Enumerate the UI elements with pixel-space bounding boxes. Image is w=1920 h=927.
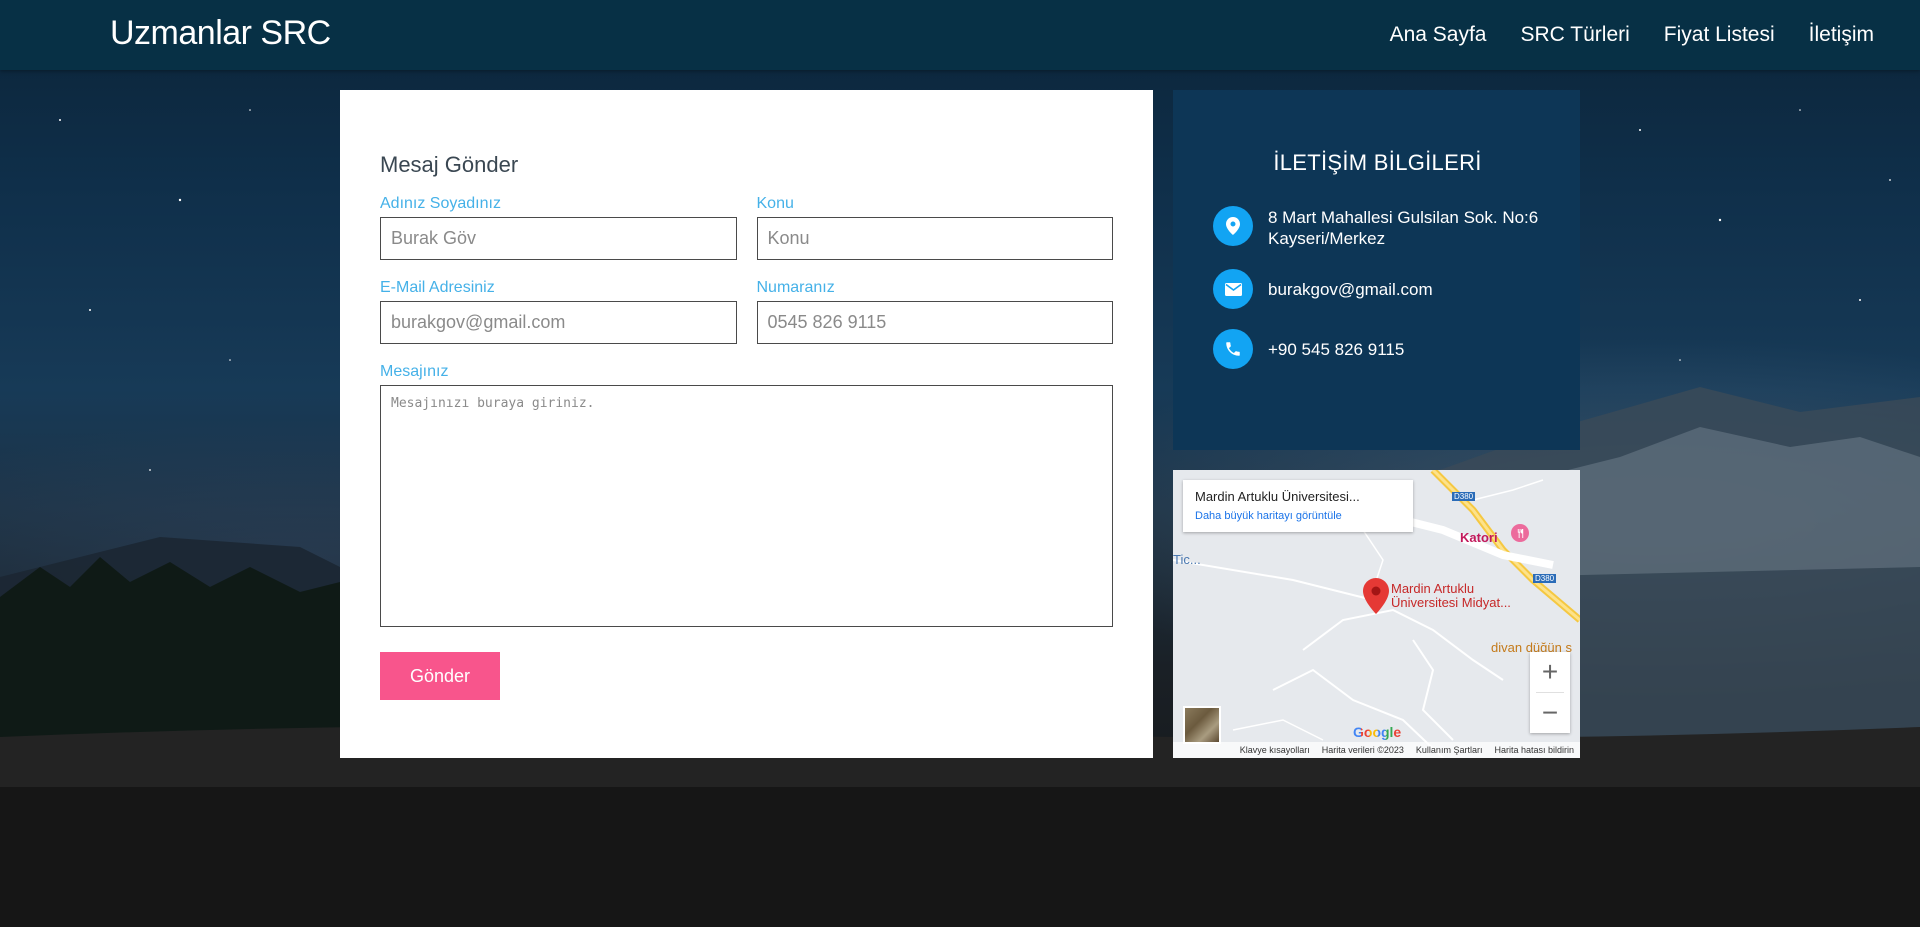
poi-tic[interactable]: Tic...	[1173, 552, 1201, 567]
google-logo-text: Google	[1353, 724, 1402, 740]
bigger-map-link[interactable]: Daha büyük haritayı görüntüle	[1195, 510, 1401, 522]
message-label: Mesajınız	[380, 363, 449, 380]
phone-text[interactable]: +90 545 826 9115	[1268, 329, 1404, 360]
marker-label: Mardin Artuklu Üniversitesi Midyat...	[1391, 582, 1511, 610]
address-text: 8 Mart Mahallesi Gulsilan Sok. No:6 Kays…	[1268, 206, 1538, 249]
mail-icon	[1213, 269, 1253, 309]
name-label: Adınız Soyadınız	[380, 195, 501, 212]
zoom-out-button[interactable]: −	[1530, 693, 1570, 733]
poi-katori[interactable]: Katori	[1460, 530, 1498, 545]
site-logo[interactable]: Uzmanlar SRC	[110, 14, 331, 53]
phone-input[interactable]	[756, 301, 1113, 344]
name-input[interactable]	[380, 217, 737, 260]
email-text[interactable]: burakgov@gmail.com	[1268, 269, 1433, 300]
subject-label: Konu	[756, 195, 794, 212]
restaurant-icon[interactable]	[1511, 524, 1529, 542]
marker-label-line-2: Üniversitesi Midyat...	[1391, 595, 1511, 610]
main-nav: Ana Sayfa SRC Türleri Fiyat Listesi İlet…	[1390, 0, 1874, 70]
address-line-2: Kayseri/Merkez	[1268, 229, 1386, 248]
location-pin-icon	[1213, 206, 1253, 246]
zoom-in-button[interactable]: +	[1530, 652, 1570, 692]
marker-label-line-1: Mardin Artuklu	[1391, 581, 1475, 596]
subject-input[interactable]	[756, 217, 1113, 260]
email-input[interactable]	[380, 301, 737, 344]
zoom-controls: + −	[1530, 652, 1570, 733]
google-logo: Google	[1353, 724, 1401, 740]
terms-link[interactable]: Kullanım Şartları	[1416, 745, 1483, 755]
contact-info-title: İLETİŞİM BİLGİLERİ	[1273, 150, 1482, 175]
contact-info-card: İLETİŞİM BİLGİLERİ 8 Mart Mahallesi Guls…	[1173, 90, 1580, 450]
map-marker-pin-icon[interactable]	[1363, 578, 1389, 617]
email-label: E-Mail Adresiniz	[380, 279, 495, 296]
report-error-link[interactable]: Harita hatası bildirin	[1494, 745, 1574, 755]
map-place-name: Mardin Artuklu Üniversitesi...	[1195, 489, 1360, 504]
message-textarea[interactable]	[380, 385, 1113, 627]
map-place-card: Mardin Artuklu Üniversitesi... Daha büyü…	[1183, 480, 1413, 532]
keyboard-shortcuts-link[interactable]: Klavye kısayolları	[1240, 745, 1310, 755]
nav-price-list[interactable]: Fiyat Listesi	[1664, 23, 1775, 47]
map-footer: Klavye kısayolları Harita verileri ©2023…	[1173, 742, 1580, 758]
map-data-text: Harita verileri ©2023	[1321, 745, 1404, 755]
satellite-toggle[interactable]	[1183, 706, 1221, 744]
nav-src-types[interactable]: SRC Türleri	[1520, 23, 1629, 47]
nav-home[interactable]: Ana Sayfa	[1390, 23, 1487, 47]
form-title: Mesaj Gönder	[380, 152, 519, 177]
address-line-1: 8 Mart Mahallesi Gulsilan Sok. No:6	[1268, 208, 1539, 227]
contact-form-card: Mesaj Gönder Adınız Soyadınız Konu E-Mai…	[340, 90, 1153, 758]
google-map[interactable]: Mardin Artuklu Üniversitesi... Daha büyü…	[1173, 470, 1580, 758]
phone-label: Numaranız	[756, 279, 835, 296]
nav-contact[interactable]: İletişim	[1809, 23, 1874, 47]
road-shield-1: D380	[1452, 492, 1476, 501]
phone-icon	[1213, 329, 1253, 369]
road-shield-2: D380	[1533, 574, 1557, 583]
submit-button[interactable]: Gönder	[380, 652, 500, 700]
top-navbar: Uzmanlar SRC Ana Sayfa SRC Türleri Fiyat…	[0, 0, 1920, 70]
